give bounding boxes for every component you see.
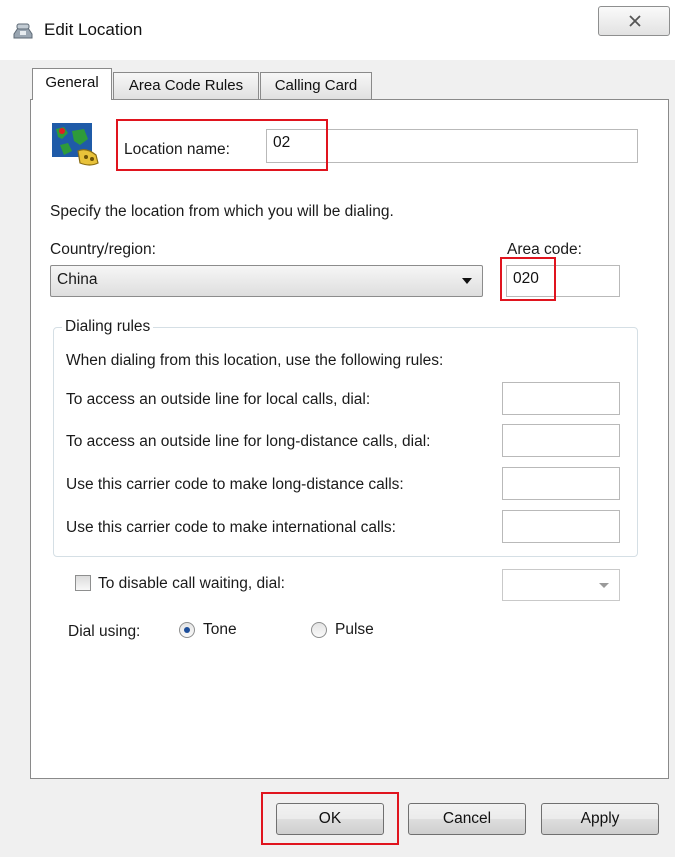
country-region-value: China bbox=[57, 271, 98, 288]
tone-label: Tone bbox=[203, 621, 237, 638]
edit-location-window: Edit Location General Area Code Rules Ca… bbox=[0, 0, 675, 857]
specify-location-text: Specify the location from which you will… bbox=[50, 203, 394, 220]
tone-radio[interactable] bbox=[179, 622, 195, 638]
window-title: Edit Location bbox=[44, 20, 143, 39]
call-waiting-label: To disable call waiting, dial: bbox=[98, 575, 285, 592]
phone-icon bbox=[13, 23, 33, 39]
location-name-highlight bbox=[116, 119, 328, 171]
location-map-icon bbox=[52, 123, 99, 166]
dial-using-label: Dial using: bbox=[68, 623, 141, 640]
local-calls-field[interactable] bbox=[502, 382, 620, 415]
tab-general[interactable]: General bbox=[32, 68, 112, 100]
international-carrier-field[interactable] bbox=[502, 510, 620, 543]
long-distance-carrier-field[interactable] bbox=[502, 467, 620, 500]
country-region-dropdown[interactable]: China bbox=[50, 265, 483, 297]
tab-area-code-rules-label: Area Code Rules bbox=[128, 77, 244, 94]
cancel-button[interactable]: Cancel bbox=[408, 803, 526, 835]
title-bar: Edit Location bbox=[0, 0, 675, 60]
tab-general-label: General bbox=[45, 74, 99, 91]
tone-radio-selected-dot bbox=[184, 627, 190, 633]
long-distance-access-label: To access an outside line for long-dista… bbox=[66, 433, 431, 450]
dropdown-arrow-icon bbox=[462, 278, 472, 284]
local-calls-label: To access an outside line for local call… bbox=[66, 391, 371, 408]
tab-calling-card-label: Calling Card bbox=[274, 77, 358, 94]
international-carrier-label: Use this carrier code to make internatio… bbox=[66, 519, 396, 536]
dialing-rules-title: Dialing rules bbox=[62, 318, 154, 336]
tab-calling-card[interactable]: Calling Card bbox=[260, 72, 372, 99]
long-distance-access-field[interactable] bbox=[502, 424, 620, 457]
ok-button-highlight bbox=[261, 792, 399, 845]
call-waiting-checkbox[interactable] bbox=[75, 575, 91, 591]
apply-button-label: Apply bbox=[580, 810, 620, 827]
apply-button[interactable]: Apply bbox=[541, 803, 659, 835]
close-icon bbox=[629, 15, 641, 27]
long-distance-carrier-label: Use this carrier code to make long-dista… bbox=[66, 476, 404, 493]
area-code-highlight bbox=[500, 257, 556, 301]
dropdown-arrow-icon bbox=[599, 583, 609, 588]
country-region-label: Country/region: bbox=[50, 241, 156, 258]
pulse-label: Pulse bbox=[335, 621, 374, 638]
pulse-radio[interactable] bbox=[311, 622, 327, 638]
close-button[interactable] bbox=[598, 6, 670, 36]
call-waiting-dropdown[interactable] bbox=[502, 569, 620, 601]
cancel-button-label: Cancel bbox=[442, 810, 492, 827]
dialing-rules-intro: When dialing from this location, use the… bbox=[66, 352, 444, 369]
tab-area-code-rules[interactable]: Area Code Rules bbox=[113, 72, 259, 99]
